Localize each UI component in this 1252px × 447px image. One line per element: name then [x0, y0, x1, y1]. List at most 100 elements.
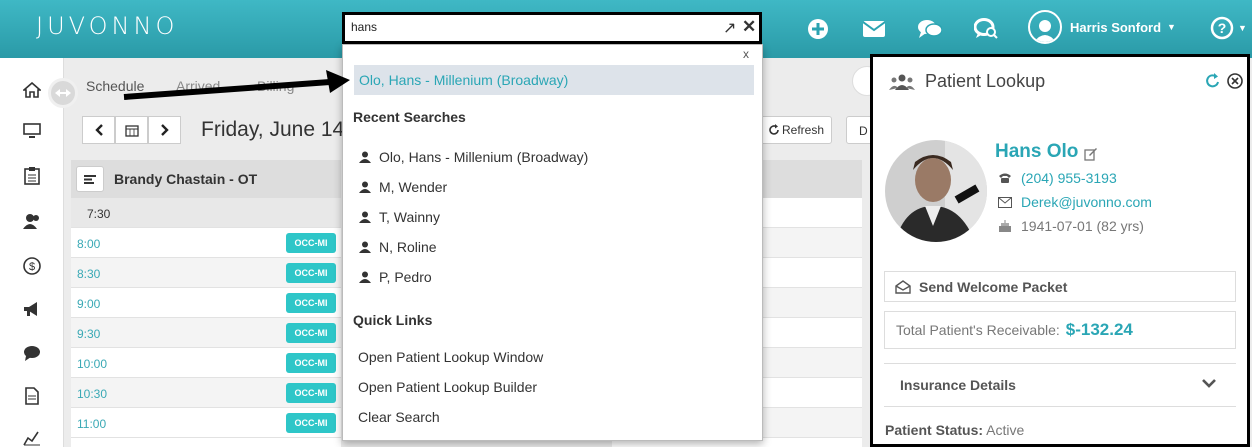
appointment-badge[interactable]: OCC-MI [286, 293, 336, 313]
envelope-icon[interactable] [846, 14, 902, 44]
chat-icon[interactable] [902, 14, 958, 44]
receivable-label: Total Patient's Receivable: [896, 322, 1060, 338]
tab-schedule[interactable]: Schedule [86, 78, 144, 94]
logo[interactable]: JUVONNO [36, 12, 178, 40]
dropdown-close-button[interactable]: x [743, 47, 749, 61]
users-icon[interactable] [22, 211, 42, 231]
prev-day-button[interactable] [82, 116, 115, 144]
time-slot[interactable]: 9:00 OCC-MI [71, 288, 341, 318]
recent-search-item[interactable]: Olo, Hans - Millenium (Broadway) [359, 149, 588, 165]
clipboard-icon[interactable] [22, 166, 42, 186]
patient-email[interactable]: Derek@juvonno.com [995, 194, 1152, 210]
appointment-badge[interactable]: OCC-MI [286, 323, 336, 343]
welcome-label: Send Welcome Packet [919, 278, 1068, 295]
comment-icon[interactable] [22, 343, 42, 363]
dollar-icon[interactable]: $ [22, 256, 42, 276]
megaphone-icon[interactable] [22, 299, 42, 319]
open-lookup-window-link[interactable]: Open Patient Lookup Window [358, 349, 543, 365]
sidebar-toggle-button[interactable] [48, 78, 78, 108]
refresh-button[interactable]: Refresh [760, 116, 832, 144]
appointment-badge[interactable]: OCC-MI [286, 413, 336, 433]
plus-icon[interactable] [790, 14, 846, 44]
quick-links-heading: Quick Links [353, 312, 433, 328]
phone-icon [995, 172, 1015, 184]
edit-icon[interactable] [1084, 147, 1098, 164]
chart-icon[interactable] [22, 428, 42, 447]
top-search-result[interactable]: Olo, Hans - Millenium (Broadway) [354, 65, 754, 95]
help-chevron-icon: ▼ [1238, 23, 1247, 33]
time-slot[interactable]: 8:00 OCC-MI [71, 228, 341, 258]
refresh-icon [769, 124, 779, 135]
time-slot[interactable]: 7:30 [71, 198, 341, 228]
open-lookup-builder-link[interactable]: Open Patient Lookup Builder [358, 379, 537, 395]
person-icon [359, 181, 371, 193]
appointment-badge[interactable]: OCC-MI [286, 353, 336, 373]
time-slot[interactable]: 10:30 OCC-MI [71, 378, 341, 408]
patient-photo [885, 140, 987, 242]
receivable-value: $-132.24 [1065, 320, 1133, 339]
avatar [1028, 10, 1062, 44]
chat-search-icon[interactable] [958, 14, 1014, 44]
patient-dob: 1941-07-01 (82 yrs) [995, 218, 1144, 234]
time-slot[interactable]: 11:00 OCC-MI [71, 408, 341, 438]
provider-header: Brandy Chastain - OT [71, 160, 341, 198]
status-value: Active [986, 422, 1025, 438]
svg-text:?: ? [1218, 20, 1227, 36]
tab-arrived[interactable]: Arrived [176, 78, 220, 94]
time-label: 8:00 [77, 237, 101, 251]
time-label: 7:30 [87, 207, 111, 221]
time-label: 10:00 [77, 357, 108, 371]
monitor-icon[interactable] [22, 121, 42, 141]
expand-icon[interactable]: ↗ [723, 18, 736, 38]
close-circle-icon[interactable] [1227, 73, 1243, 92]
column-menu-button[interactable] [76, 166, 104, 192]
help-menu[interactable]: ? ▼ [1210, 16, 1247, 40]
appointment-badge[interactable]: OCC-MI [286, 383, 336, 403]
time-slot[interactable]: 8:30 OCC-MI [71, 258, 341, 288]
clear-search-link[interactable]: Clear Search [358, 409, 440, 425]
person-icon [359, 211, 371, 223]
recent-searches-heading: Recent Searches [353, 109, 466, 125]
search-input[interactable] [351, 20, 691, 34]
recent-search-item[interactable]: M, Wender [359, 179, 447, 195]
svg-text:$: $ [29, 261, 35, 273]
panel-title: Patient Lookup [925, 71, 1046, 91]
recent-search-item[interactable]: N, Roline [359, 239, 437, 255]
person-icon [359, 271, 371, 283]
close-icon[interactable]: ✕ [742, 17, 756, 37]
receivable-card: Total Patient's Receivable: $-132.24 [884, 311, 1236, 349]
time-slot[interactable]: 9:30 OCC-MI [71, 318, 341, 348]
send-welcome-packet-button[interactable]: Send Welcome Packet [884, 271, 1236, 302]
time-label: 8:30 [77, 267, 101, 281]
insurance-label: Insurance Details [900, 377, 1016, 393]
chevron-down-icon [1202, 379, 1216, 388]
recent-search-item[interactable]: P, Pedro [359, 269, 432, 285]
recent-search-label: P, Pedro [379, 269, 432, 285]
refresh-icon[interactable] [1205, 73, 1221, 92]
patient-phone[interactable]: (204) 955-3193 [995, 170, 1117, 186]
calendar-button[interactable] [115, 116, 148, 144]
next-day-button[interactable] [148, 116, 181, 144]
time-label: 9:00 [77, 297, 101, 311]
chevron-left-icon [94, 124, 103, 136]
open-envelope-icon [895, 279, 911, 294]
search-dropdown: x Olo, Hans - Millenium (Broadway) Recen… [342, 44, 763, 441]
document-icon[interactable] [22, 386, 42, 406]
recent-search-label: Olo, Hans - Millenium (Broadway) [379, 149, 589, 165]
tab-billing[interactable]: Billing [257, 78, 294, 94]
patient-status: Patient Status: Active [885, 422, 1024, 438]
recent-search-item[interactable]: T, Wainny [359, 209, 440, 225]
insurance-details-toggle[interactable]: Insurance Details [884, 363, 1236, 407]
provider-name: Brandy Chastain - OT [114, 171, 258, 187]
appointment-badge[interactable]: OCC-MI [286, 233, 336, 253]
email-value: Derek@juvonno.com [1021, 194, 1152, 210]
recent-search-label: M, Wender [379, 179, 448, 195]
patient-name[interactable]: Hans Olo [995, 141, 1078, 163]
appointment-badge[interactable]: OCC-MI [286, 263, 336, 283]
status-label: Patient Status: [885, 422, 984, 438]
user-menu[interactable]: Harris Sonford ▼ [1028, 10, 1176, 44]
home-icon[interactable] [22, 80, 42, 100]
recent-search-label: T, Wainny [379, 209, 440, 225]
schedule-column: Brandy Chastain - OT 7:30 8:00 OCC-MI 8:3… [71, 160, 341, 447]
time-slot[interactable]: 10:00 OCC-MI [71, 348, 341, 378]
